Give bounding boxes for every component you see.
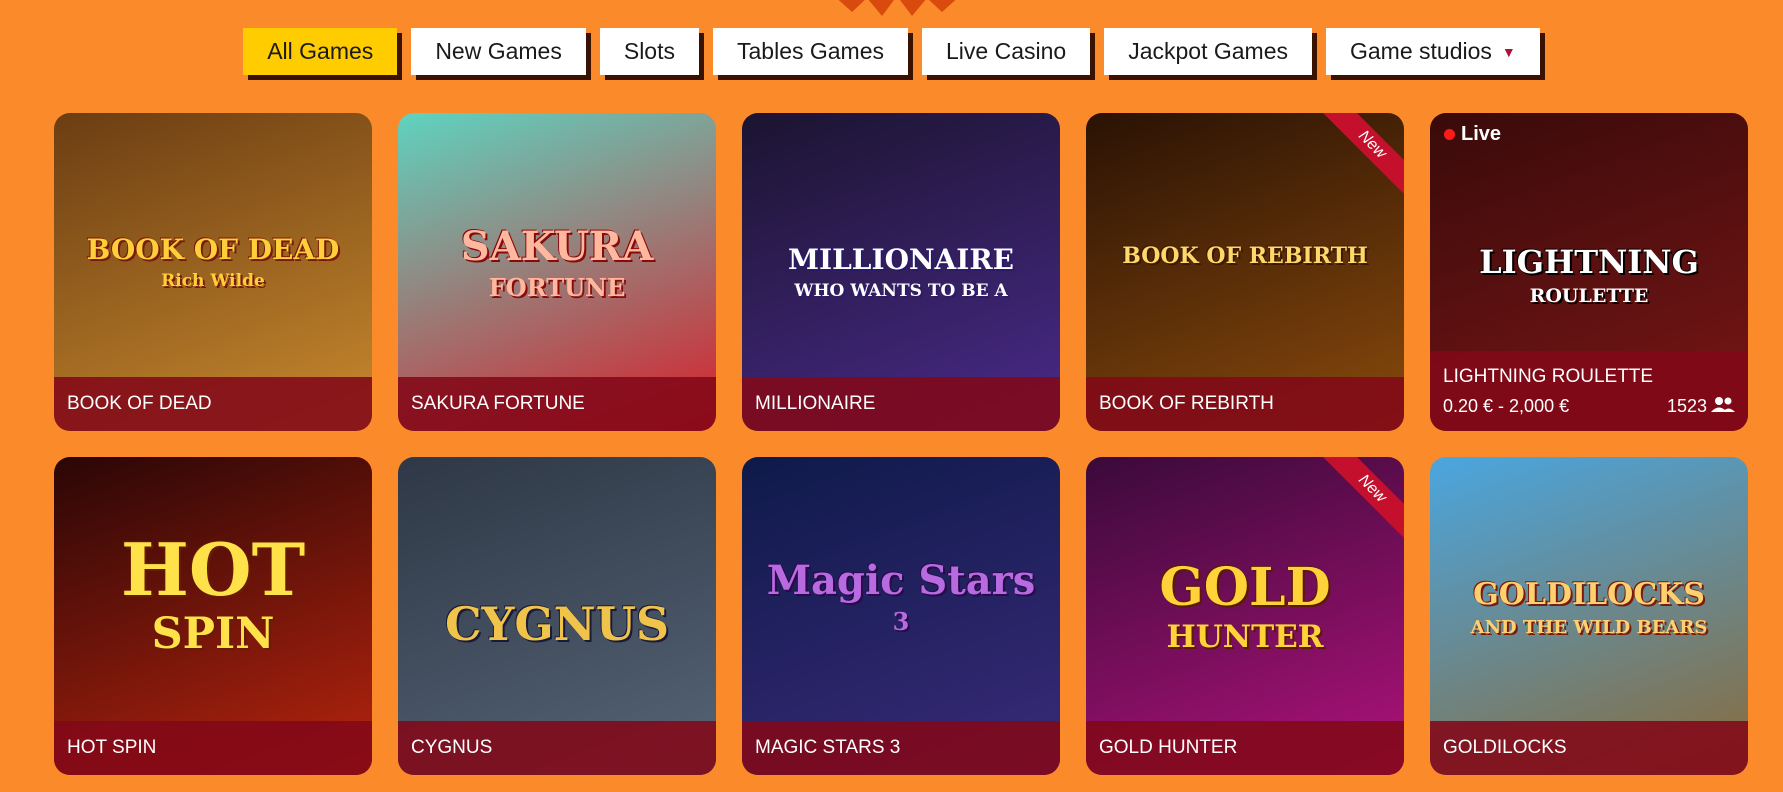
game-logo: BOOK OF REBIRTH [1122, 243, 1368, 269]
game-title: HOT SPIN [67, 737, 157, 758]
users-icon [1711, 396, 1735, 417]
game-title: BOOK OF REBIRTH [1099, 393, 1274, 414]
game-logo: Magic Stars [766, 557, 1036, 604]
game-card[interactable]: MILLIONAIRE WHO WANTS TO BE A MILLIONAIRE [742, 113, 1060, 431]
game-logo-subtitle: ROULETTE [1529, 285, 1649, 307]
game-card[interactable]: BOOK OF DEAD Rich Wilde BOOK OF DEAD [54, 113, 372, 431]
caret-down-icon: ▼ [1501, 43, 1516, 60]
game-logo-subtitle: Rich Wilde [161, 271, 265, 291]
tab-live-casino[interactable]: Live Casino [922, 28, 1091, 75]
bet-limits: 0.20 € - 2,000 € [1443, 395, 1570, 416]
game-card[interactable]: SAKURA FORTUNE SAKURA FORTUNE [398, 113, 716, 431]
game-title: MILLIONAIRE [755, 393, 876, 414]
game-title-bar: BOOK OF REBIRTH [1086, 377, 1404, 431]
game-logo-subtitle: HUNTER [1166, 619, 1324, 655]
game-logo: SAKURA [460, 223, 654, 270]
new-ribbon-label: New [1321, 457, 1404, 540]
game-logo-subtitle: WHO WANTS TO BE A [794, 281, 1008, 301]
tab-all-games[interactable]: All Games [243, 28, 398, 75]
new-ribbon: New [1314, 113, 1404, 203]
game-title-bar: BOOK OF DEAD [54, 377, 372, 431]
tab-slots[interactable]: Slots [599, 28, 699, 75]
game-logo: MILLIONAIRE [788, 243, 1014, 276]
live-table-meta: 0.20 € - 2,000 € 1523 [1443, 396, 1735, 417]
tab-jackpot-games[interactable]: Jackpot Games [1104, 28, 1312, 75]
tab-label: New Games [435, 38, 562, 64]
game-card[interactable]: GOLDILOCKS AND THE WILD BEARS GOLDILOCKS [1430, 457, 1748, 775]
tab-label: All Games [267, 38, 374, 64]
game-logo: GOLD [1159, 557, 1331, 618]
game-title: BOOK OF DEAD [67, 393, 212, 414]
player-count: 1523 [1667, 396, 1735, 417]
tab-label: Game studios [1350, 38, 1492, 64]
new-ribbon-label: New [1321, 113, 1404, 196]
tab-tables-games[interactable]: Tables Games [713, 28, 909, 75]
game-card[interactable]: Magic Stars 3 MAGIC STARS 3 [742, 457, 1060, 775]
game-card[interactable]: LIGHTNING ROULETTE Live LIGHTNING ROULETTE 0… [1430, 113, 1748, 431]
new-ribbon: New [1314, 457, 1404, 547]
game-logo: LIGHTNING [1479, 243, 1699, 281]
player-count-value: 1523 [1666, 395, 1707, 416]
game-card[interactable]: BOOK OF REBIRTH New BOOK OF REBIRTH [1086, 113, 1404, 431]
game-title: SAKURA FORTUNE [411, 393, 585, 414]
game-title-bar: CYGNUS [398, 721, 716, 775]
game-card[interactable]: CYGNUS CYGNUS [398, 457, 716, 775]
game-title: MAGIC STARS 3 [755, 737, 901, 758]
game-logo-subtitle: FORTUNE [488, 273, 626, 302]
tab-label: Jackpot Games [1128, 38, 1288, 64]
tab-label: Tables Games [737, 38, 885, 64]
game-title-bar: SAKURA FORTUNE [398, 377, 716, 431]
game-title-bar: MILLIONAIRE [742, 377, 1060, 431]
tab-game-studios[interactable]: Game studios ▼ [1326, 28, 1540, 75]
game-logo-subtitle: 3 [892, 607, 910, 636]
game-title: GOLD HUNTER [1099, 737, 1238, 758]
game-category-tabs: All Games New Games Slots Tables Games L… [0, 28, 1783, 75]
brand-logo-fragment [838, 0, 956, 16]
game-logo: BOOK OF DEAD [86, 233, 340, 266]
live-dot-icon [1444, 129, 1455, 140]
game-card[interactable]: GOLD HUNTER New GOLD HUNTER [1086, 457, 1404, 775]
game-logo: HOT [120, 527, 306, 612]
game-title-bar: GOLD HUNTER [1086, 721, 1404, 775]
game-title-bar: LIGHTNING ROULETTE 0.20 € - 2,000 € 1523 [1430, 351, 1748, 431]
game-logo-subtitle: SPIN [151, 609, 275, 659]
game-title: LIGHTNING ROULETTE [1443, 365, 1654, 387]
game-card[interactable]: HOT SPIN HOT SPIN [54, 457, 372, 775]
live-badge: Live [1444, 123, 1501, 146]
game-title: CYGNUS [411, 737, 493, 758]
game-logo-subtitle: AND THE WILD BEARS [1470, 617, 1708, 638]
game-title-bar: MAGIC STARS 3 [742, 721, 1060, 775]
tab-label: Live Casino [946, 38, 1067, 64]
game-logo: CYGNUS [444, 597, 670, 651]
game-logo: GOLDILOCKS [1473, 577, 1705, 612]
game-title: GOLDILOCKS [1443, 737, 1567, 758]
tab-new-games[interactable]: New Games [411, 28, 586, 75]
games-grid: BOOK OF DEAD Rich Wilde BOOK OF DEAD SAKURA… [54, 113, 1748, 775]
game-title-bar: HOT SPIN [54, 721, 372, 775]
live-label: Live [1461, 123, 1502, 145]
game-title-bar: GOLDILOCKS [1430, 721, 1748, 775]
tab-label: Slots [623, 38, 675, 64]
